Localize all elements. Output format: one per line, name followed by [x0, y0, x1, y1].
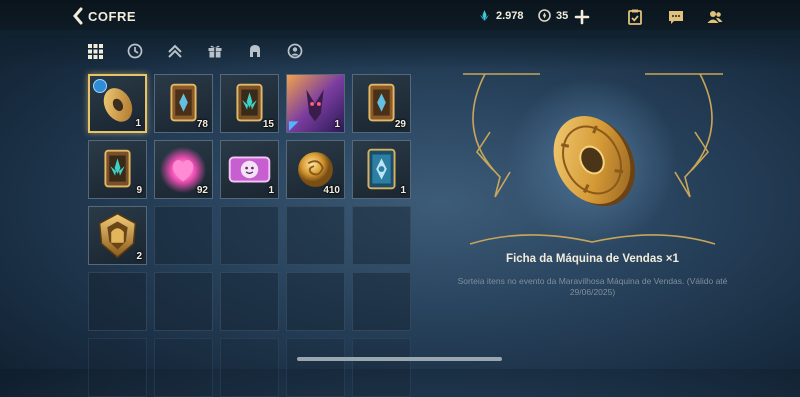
item-count: 1: [400, 185, 406, 196]
page-title: COFRE: [88, 9, 136, 24]
empty-slot: [154, 272, 213, 331]
empty-slot: [286, 338, 345, 397]
item-description: Sorteia itens no evento da Maravilhosa M…: [457, 276, 728, 297]
friends-icon[interactable]: [706, 8, 724, 26]
crystal-icon: [480, 10, 489, 21]
empty-slot: [352, 338, 411, 397]
item-count: 1: [268, 185, 274, 196]
token-value: 35: [556, 9, 569, 22]
gift-icon: [208, 45, 222, 58]
grid-icon: [87, 43, 103, 59]
item-count: 1: [135, 118, 141, 129]
empty-slot: [88, 338, 147, 397]
item-count: 2: [136, 251, 142, 262]
profile-icon: [287, 43, 303, 59]
item-count: 15: [262, 119, 274, 130]
inventory-slot-card-gold-blue[interactable]: 78: [154, 74, 213, 133]
inventory-slot-skin-art[interactable]: 1: [286, 74, 345, 133]
filter-recent[interactable]: [125, 42, 145, 60]
empty-slot: [154, 206, 213, 265]
item-name: Ficha da Máquina de Vendas ×1: [506, 253, 679, 265]
empty-slot: [154, 338, 213, 397]
plus-icon[interactable]: [573, 8, 591, 26]
inventory-slot-card-gold-blue[interactable]: 29: [352, 74, 411, 133]
filter-upgrades[interactable]: [165, 42, 185, 60]
filter-bar: [85, 42, 325, 60]
item-count: 78: [196, 119, 208, 130]
inventory-slot-card-blue-frame[interactable]: 1: [352, 140, 411, 199]
item-count: 410: [323, 185, 340, 196]
inventory-slot-gold-emblem[interactable]: 2: [88, 206, 147, 265]
inventory-slot-emote-ticket[interactable]: 1: [220, 140, 279, 199]
empty-slot: [352, 272, 411, 331]
empty-slot: [220, 272, 279, 331]
inventory-slot-gold-orb[interactable]: 410: [286, 140, 345, 199]
empty-slot: [352, 206, 411, 265]
empty-slot: [220, 338, 279, 397]
inventory-slot-card-gold-teal[interactable]: 9: [88, 140, 147, 199]
item-count: 1: [334, 119, 340, 130]
item-count: 29: [394, 119, 406, 130]
new-badge-icon: [93, 79, 107, 93]
inventory-slot-card-gold-teal[interactable]: 15: [220, 74, 279, 133]
item-count: 9: [136, 185, 142, 196]
home-indicator[interactable]: [297, 357, 502, 361]
filter-gifts[interactable]: [205, 42, 225, 60]
empty-slot: [88, 272, 147, 331]
blue-essence-value: 2.978: [496, 9, 524, 22]
chevrons-up-icon: [168, 44, 182, 58]
blue-essence-balance: 2.978: [478, 9, 524, 22]
inventory-slot-coin-token[interactable]: 1: [88, 74, 147, 133]
filter-all[interactable]: [85, 42, 105, 60]
chat-icon[interactable]: [667, 8, 685, 26]
token-balance: 35: [538, 9, 568, 22]
clock-icon: [127, 43, 143, 59]
clipboard-check-icon[interactable]: [626, 8, 644, 26]
chevron-left-icon[interactable]: [70, 6, 86, 26]
item-count: 92: [196, 185, 208, 196]
filter-champions[interactable]: [245, 42, 265, 60]
filter-profile[interactable]: [285, 42, 305, 60]
top-bar: COFRE 2.978 35: [0, 0, 800, 34]
token-icon: [538, 9, 551, 22]
empty-slot: [286, 206, 345, 265]
helmet-icon: [250, 45, 260, 57]
empty-slot: [286, 272, 345, 331]
empty-slot: [220, 206, 279, 265]
item-preview: [463, 73, 723, 247]
inventory-slot-pink-essence[interactable]: 92: [154, 140, 213, 199]
inventory-grid: 1 78 15 1 29 9 92 1 410 1 2: [88, 74, 411, 397]
